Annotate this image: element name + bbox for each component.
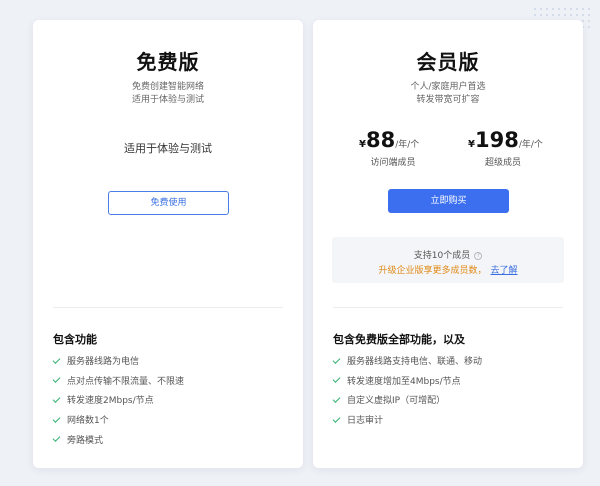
- feature-item: 日志审计: [332, 410, 482, 430]
- feature-label: 点对点传输不限流量、不限速: [67, 376, 185, 387]
- divider: [333, 307, 563, 308]
- check-icon: [52, 395, 61, 403]
- check-icon: [332, 375, 341, 384]
- feature-label: 日志审计: [347, 416, 384, 427]
- learn-more-link[interactable]: 去了解: [491, 266, 518, 276]
- buy-now-button[interactable]: 立即购买: [388, 189, 509, 213]
- free-plan-desc-1: 免费创建智能网络: [131, 82, 204, 92]
- upgrade-text: 升级企业版享更多成员数，: [378, 266, 487, 276]
- currency-symbol: ¥: [359, 139, 366, 150]
- member-limit-text: 支持10个成员: [413, 251, 471, 261]
- feature-label: 服务器线路支持电信、联通、移动: [347, 357, 483, 368]
- upgrade-line: 升级企业版享更多成员数， 去了解: [332, 263, 564, 276]
- help-icon[interactable]: ?: [474, 251, 483, 260]
- feature-label: 服务器线路为电信: [67, 357, 140, 368]
- free-features-title: 包含功能: [53, 333, 97, 346]
- free-features-list: 服务器线路为电信 点对点传输不限流量、不限速 转发速度2Mbps/节点 网络数1…: [52, 351, 185, 449]
- check-icon: [52, 355, 61, 364]
- member-plan-desc-1: 个人/家庭用户首选: [410, 82, 486, 92]
- price-super-member: ¥198/年/个: [468, 128, 543, 152]
- currency-symbol: ¥: [468, 139, 475, 150]
- check-icon: [332, 414, 341, 423]
- free-plan-note: 适用于体验与测试: [124, 142, 212, 155]
- feature-label: 转发速度2Mbps/节点: [67, 396, 154, 407]
- feature-item: 自定义虚拟IP（可增配）: [332, 390, 482, 410]
- feature-item: 服务器线路支持电信、联通、移动: [332, 351, 483, 371]
- feature-label: 自定义虚拟IP（可增配）: [347, 396, 446, 407]
- feature-item: 转发速度2Mbps/节点: [52, 390, 184, 410]
- member-info-box: 支持10个成员? 升级企业版享更多成员数， 去了解: [332, 237, 564, 283]
- check-icon: [332, 395, 341, 403]
- member-plan-title: 会员版: [416, 50, 480, 74]
- feature-item: 服务器线路为电信: [52, 351, 184, 371]
- free-plan-card: 免费版 免费创建智能网络 适用于体验与测试 适用于体验与测试 免费使用 包含功能…: [33, 20, 303, 468]
- feature-item: 旁路模式: [52, 429, 184, 449]
- price-access-member: ¥88/年/个: [359, 128, 419, 152]
- price-label-super-member: 超级成员: [484, 158, 521, 168]
- free-use-button[interactable]: 免费使用: [108, 191, 229, 215]
- member-limit-line: 支持10个成员?: [332, 248, 564, 261]
- free-plan-desc-2: 适用于体验与测试: [131, 95, 204, 105]
- member-plan-desc-2: 转发带宽可扩容: [416, 95, 480, 105]
- check-icon: [52, 434, 61, 443]
- price-label-access-member: 访问端成员: [370, 158, 416, 168]
- feature-label: 旁路模式: [67, 435, 104, 446]
- price-amount: 198: [474, 128, 519, 152]
- divider: [53, 307, 283, 308]
- price-amount: 88: [365, 128, 396, 152]
- feature-label: 转发速度增加至4Mbps/节点: [347, 376, 461, 387]
- member-features-list: 服务器线路支持电信、联通、移动 转发速度增加至4Mbps/节点 自定义虚拟IP（…: [332, 351, 483, 430]
- free-plan-title: 免费版: [136, 50, 200, 74]
- price-unit: /年/个: [395, 140, 420, 150]
- member-features-title: 包含免费版全部功能，以及: [333, 333, 465, 346]
- check-icon: [332, 355, 341, 364]
- feature-item: 网络数1个: [52, 410, 184, 430]
- check-icon: [52, 375, 61, 384]
- member-plan-card: 会员版 个人/家庭用户首选 转发带宽可扩容 ¥88/年/个 访问端成员 ¥198…: [313, 20, 583, 468]
- feature-item: 转发速度增加至4Mbps/节点: [332, 371, 482, 391]
- check-icon: [52, 414, 61, 423]
- feature-item: 点对点传输不限流量、不限速: [52, 371, 185, 391]
- price-unit: /年/个: [518, 140, 543, 150]
- feature-label: 网络数1个: [67, 416, 109, 427]
